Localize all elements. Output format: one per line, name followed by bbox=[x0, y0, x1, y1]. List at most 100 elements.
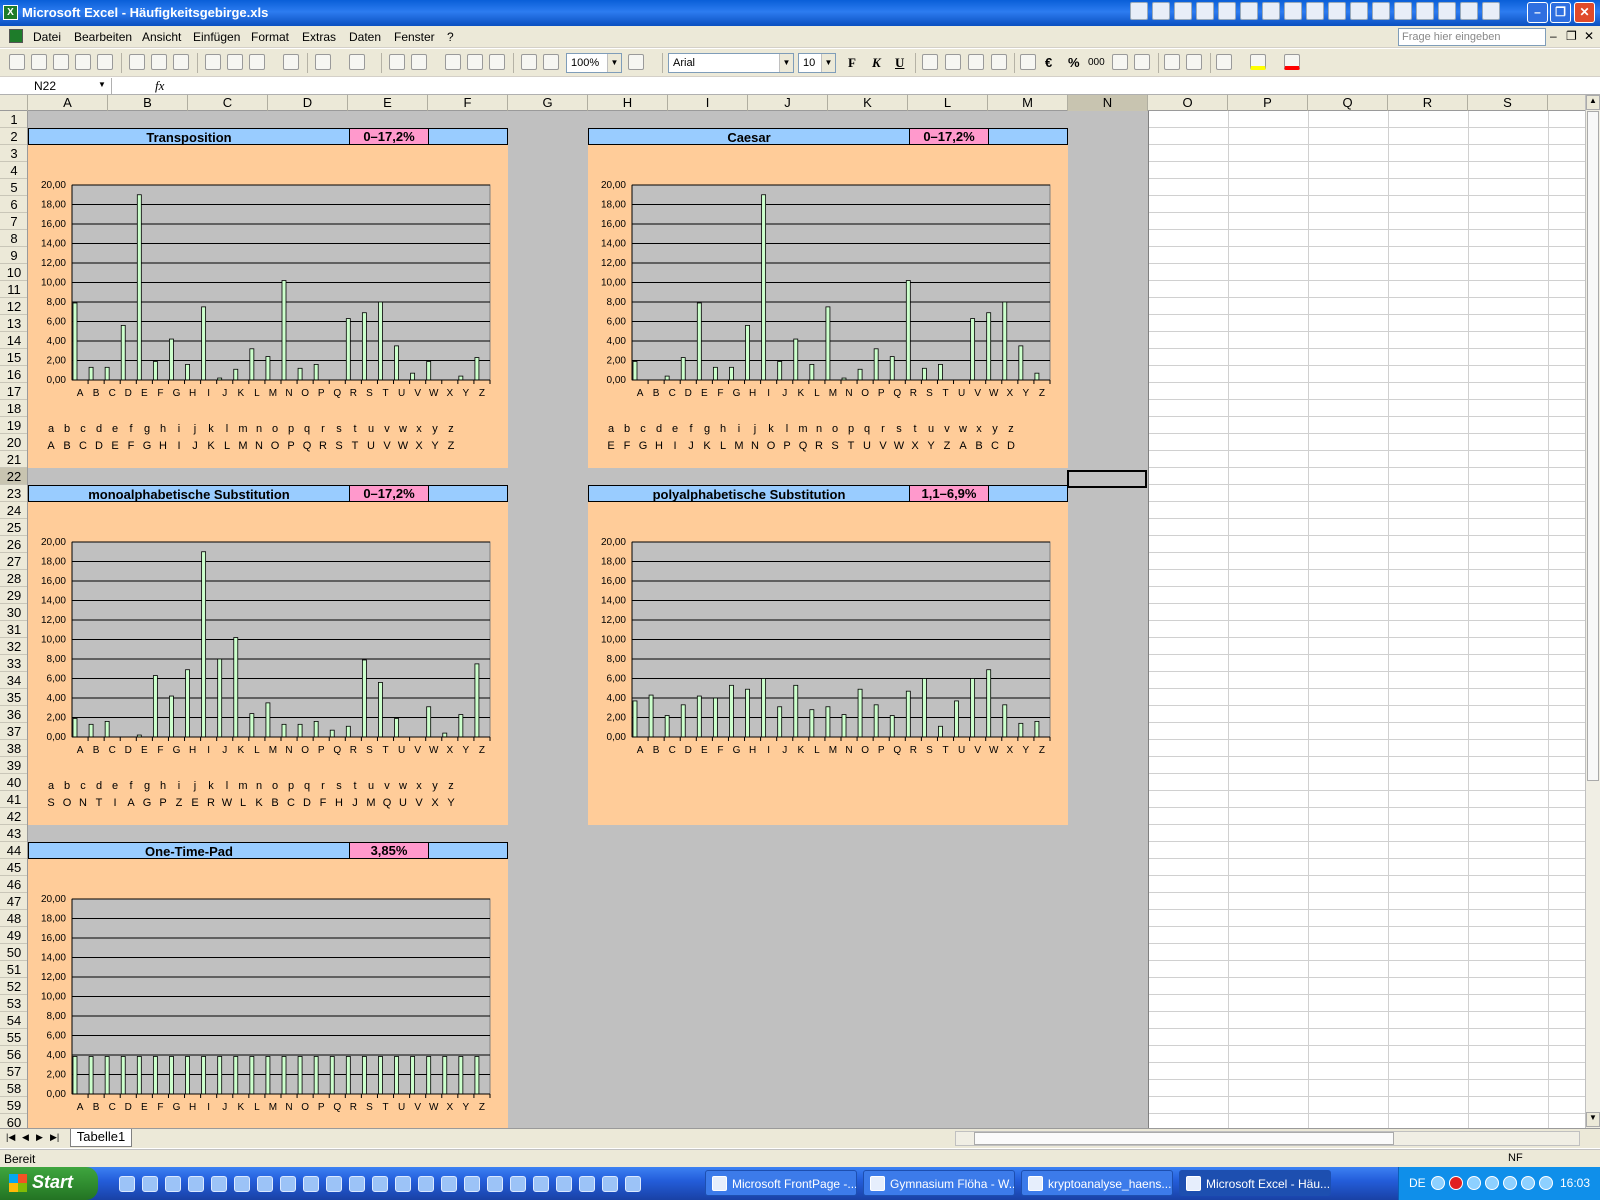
bar-F[interactable] bbox=[712, 366, 718, 381]
bar-Z[interactable] bbox=[474, 357, 480, 381]
row-header[interactable]: 40 bbox=[0, 774, 27, 791]
increase-decimal-icon[interactable] bbox=[1112, 54, 1128, 70]
row-header[interactable]: 10 bbox=[0, 264, 27, 281]
percent-button[interactable]: % bbox=[1068, 55, 1080, 70]
font-color-icon[interactable] bbox=[1284, 54, 1300, 70]
toolbar-tray-icon[interactable] bbox=[1218, 2, 1236, 20]
quicklaunch-icon[interactable] bbox=[303, 1176, 319, 1192]
row-header[interactable]: 2 bbox=[0, 128, 27, 145]
quicklaunch-icon[interactable] bbox=[487, 1176, 503, 1192]
column-header[interactable]: H bbox=[588, 95, 668, 111]
toolbar-tray-icon[interactable] bbox=[1152, 2, 1170, 20]
toolbar-tray-icon[interactable] bbox=[1262, 2, 1280, 20]
vertical-scrollbar[interactable]: ▲ ▼ bbox=[1585, 95, 1600, 1128]
bar-P[interactable] bbox=[873, 704, 879, 738]
frequency-chart-polyalphabetic[interactable]: 0,00 2,00 4,00 6,00 8,00 10,00 12,00 14,00 16,00… bbox=[588, 532, 1068, 762]
active-cell-n22[interactable] bbox=[1067, 470, 1147, 488]
function-insert-icon[interactable]: fx bbox=[155, 78, 164, 94]
paste-icon[interactable] bbox=[249, 54, 265, 70]
toolbar-tray-icon[interactable] bbox=[1174, 2, 1192, 20]
bar-X[interactable] bbox=[1002, 704, 1008, 738]
bar-N[interactable] bbox=[281, 280, 287, 381]
bar-C[interactable] bbox=[664, 375, 670, 381]
row-header[interactable]: 57 bbox=[0, 1063, 27, 1080]
quicklaunch-icon[interactable] bbox=[625, 1176, 641, 1192]
doc-close-icon[interactable]: ✕ bbox=[1584, 29, 1594, 43]
prev-sheet-icon[interactable]: ◀ bbox=[22, 1132, 29, 1143]
toolbar-tray-icon[interactable] bbox=[1284, 2, 1302, 20]
bar-Z[interactable] bbox=[474, 1056, 480, 1095]
bar-E[interactable] bbox=[136, 194, 142, 381]
row-header[interactable]: 6 bbox=[0, 196, 27, 213]
toolbar-tray-icon[interactable] bbox=[1460, 2, 1478, 20]
bar-M[interactable] bbox=[265, 1056, 271, 1095]
bar-O[interactable] bbox=[297, 723, 303, 738]
frequency-chart-transposition[interactable]: 0,00 2,00 4,00 6,00 8,00 10,00 12,00 14,00 16,00… bbox=[28, 175, 508, 405]
quicklaunch-icon[interactable] bbox=[142, 1176, 158, 1192]
bar-C[interactable] bbox=[104, 720, 110, 738]
row-header[interactable]: 20 bbox=[0, 434, 27, 451]
bar-H[interactable] bbox=[185, 1056, 190, 1095]
frequency-chart-caesar[interactable]: 0,00 2,00 4,00 6,00 8,00 10,00 12,00 14,00 16,00… bbox=[588, 175, 1068, 405]
frequency-chart-one-time-pad[interactable]: 0,00 2,00 4,00 6,00 8,00 10,00 12,00 14,00 16,00… bbox=[28, 889, 508, 1119]
bar-L[interactable] bbox=[809, 709, 815, 738]
row-header[interactable]: 31 bbox=[0, 621, 27, 638]
worksheet-grid[interactable]: Transposition 0–17,2% 0,00 2,00 4,00 6,00 8,… bbox=[28, 111, 1585, 1128]
merge-center-icon[interactable] bbox=[991, 54, 1007, 70]
tray-icon[interactable] bbox=[1539, 1176, 1553, 1190]
row-header[interactable]: 52 bbox=[0, 978, 27, 995]
quicklaunch-icon[interactable] bbox=[556, 1176, 572, 1192]
menu-datei[interactable]: Datei bbox=[33, 30, 61, 44]
bar-R[interactable] bbox=[345, 725, 351, 738]
fill-color-icon[interactable] bbox=[1250, 54, 1266, 70]
row-header[interactable]: 15 bbox=[0, 349, 27, 366]
row-header[interactable]: 58 bbox=[0, 1080, 27, 1097]
row-header[interactable]: 51 bbox=[0, 961, 27, 978]
font-select[interactable]: Arial ▼ bbox=[668, 53, 794, 73]
row-header[interactable]: 44 bbox=[0, 842, 27, 859]
bar-M[interactable] bbox=[265, 702, 271, 738]
bar-V[interactable] bbox=[970, 678, 976, 738]
row-header[interactable]: 42 bbox=[0, 808, 27, 825]
print-preview-icon[interactable] bbox=[151, 54, 167, 70]
menu-format[interactable]: Format bbox=[251, 30, 289, 44]
bar-O[interactable] bbox=[857, 688, 863, 738]
bar-W[interactable] bbox=[426, 706, 432, 738]
row-header[interactable]: 11 bbox=[0, 281, 27, 298]
toolbar-tray-icon[interactable] bbox=[1394, 2, 1412, 20]
bar-D[interactable] bbox=[120, 324, 126, 381]
help-icon[interactable] bbox=[628, 54, 644, 70]
tray-icon[interactable] bbox=[1521, 1176, 1535, 1190]
quicklaunch-icon[interactable] bbox=[280, 1176, 296, 1192]
tray-icon[interactable] bbox=[1449, 1176, 1463, 1190]
row-header[interactable]: 26 bbox=[0, 536, 27, 553]
bar-P[interactable] bbox=[313, 1056, 319, 1095]
bar-A[interactable] bbox=[72, 302, 78, 381]
row-header[interactable]: 49 bbox=[0, 927, 27, 944]
bar-W[interactable] bbox=[426, 1056, 432, 1095]
scroll-up-icon[interactable]: ▲ bbox=[1586, 95, 1600, 110]
toolbar-tray-icon[interactable] bbox=[1372, 2, 1390, 20]
bar-O[interactable] bbox=[297, 367, 303, 381]
permission-icon[interactable] bbox=[75, 54, 91, 70]
print-icon[interactable] bbox=[129, 54, 145, 70]
decrease-decimal-icon[interactable] bbox=[1134, 54, 1150, 70]
row-header[interactable]: 33 bbox=[0, 655, 27, 672]
excel-icon[interactable]: X bbox=[3, 5, 18, 20]
column-header[interactable]: I bbox=[668, 95, 748, 111]
bar-D[interactable] bbox=[120, 1056, 126, 1095]
quicklaunch-icon[interactable] bbox=[464, 1176, 480, 1192]
bar-G[interactable] bbox=[169, 695, 174, 738]
bar-L[interactable] bbox=[249, 713, 255, 738]
format-painter-icon[interactable] bbox=[283, 54, 299, 70]
frequency-chart-monoalphabetic[interactable]: 0,00 2,00 4,00 6,00 8,00 10,00 12,00 14,00 16,00… bbox=[28, 532, 508, 762]
toolbar-tray-icon[interactable] bbox=[1328, 2, 1346, 20]
row-header[interactable]: 23 bbox=[0, 485, 27, 502]
menu-bearbeiten[interactable]: Bearbeiten bbox=[74, 30, 132, 44]
bar-F[interactable] bbox=[712, 697, 718, 738]
bar-G[interactable] bbox=[729, 366, 734, 381]
bar-S[interactable] bbox=[361, 659, 367, 738]
bar-C[interactable] bbox=[664, 715, 670, 738]
quicklaunch-icon[interactable] bbox=[510, 1176, 526, 1192]
zoom-select[interactable]: 100% ▼ bbox=[566, 53, 622, 73]
